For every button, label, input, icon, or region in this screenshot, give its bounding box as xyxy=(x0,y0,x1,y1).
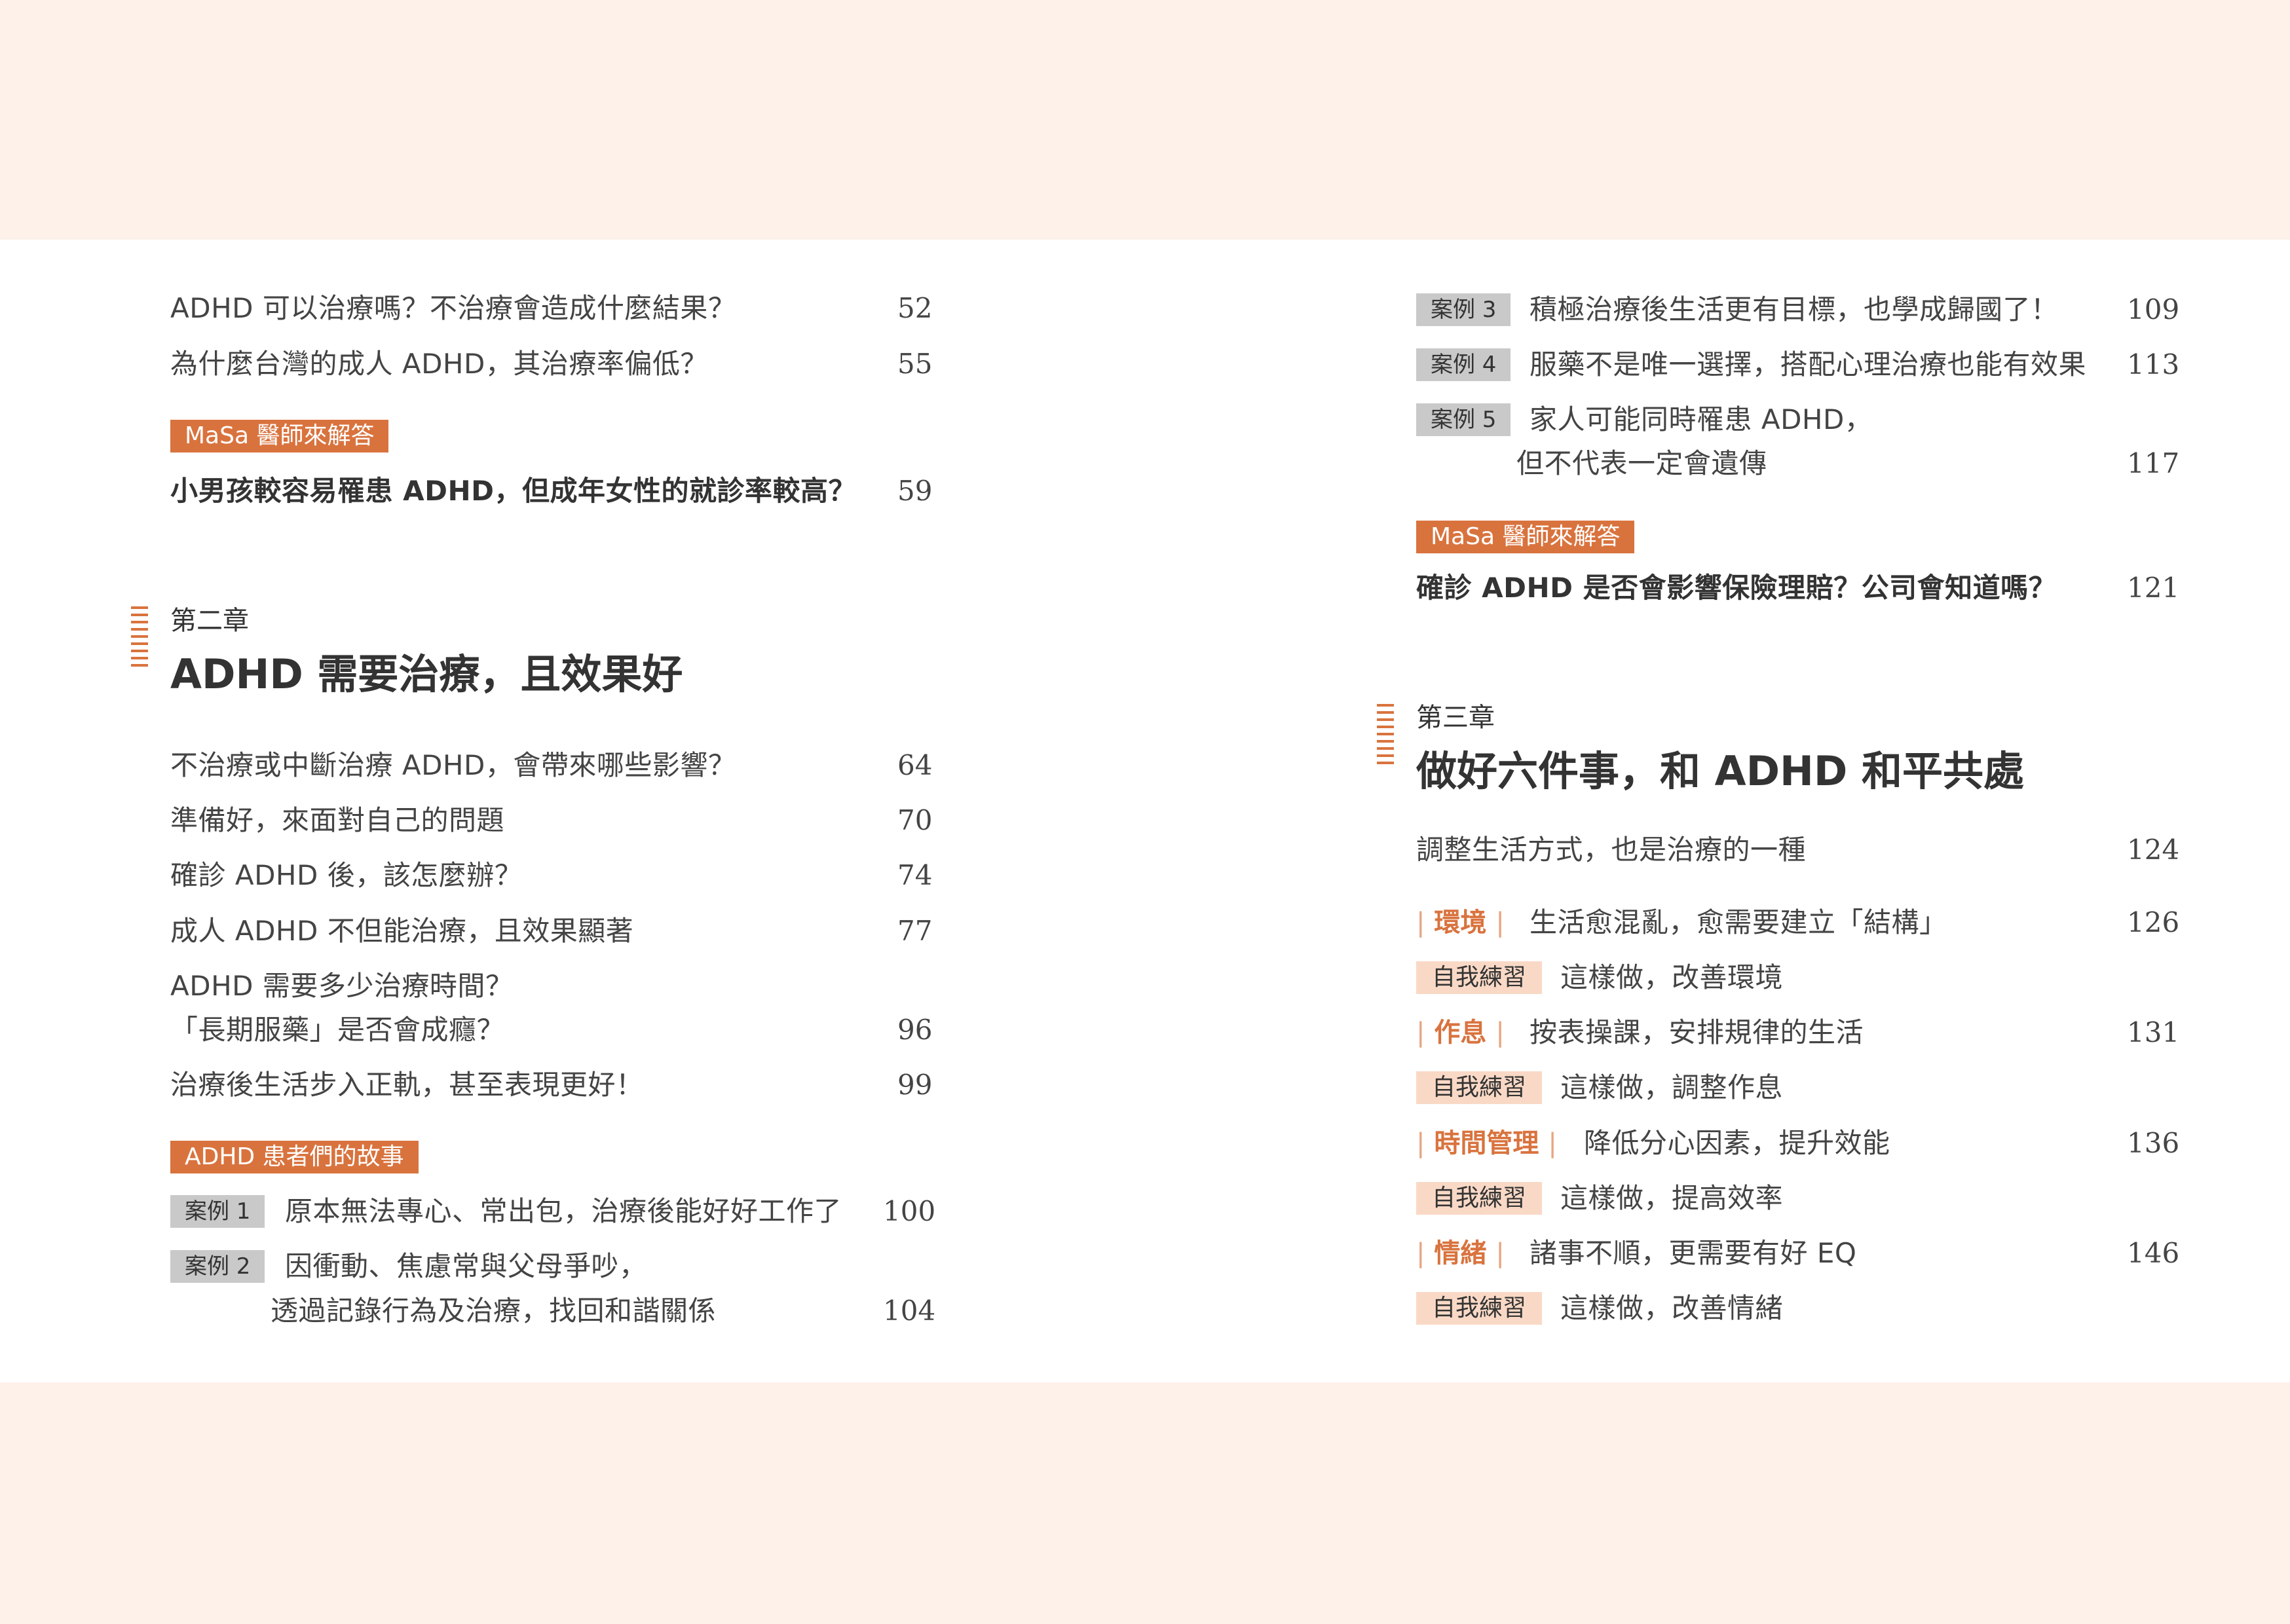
chapter-ornament-icon xyxy=(131,606,148,671)
case-title-line2[interactable]: 透過記錄行為及治療，找回和諧關係 xyxy=(271,1291,716,1331)
toc-entry-title[interactable]: 成人 ADHD 不但能治療，且效果顯著 xyxy=(170,912,633,951)
chapter-title[interactable]: ADHD 需要治療，且效果好 xyxy=(170,647,683,702)
masa-entry-page: 59 xyxy=(897,475,933,507)
exercise-title[interactable]: 這樣做，改善環境 xyxy=(1560,958,1783,997)
toc-entry-page: 96 xyxy=(897,1014,933,1046)
section-title[interactable]: 按表操課，安排規律的生活 xyxy=(1530,1013,1864,1052)
toc-entry-title-line1[interactable]: ADHD 需要多少治療時間？ xyxy=(170,967,513,1006)
toc-entry-page: 74 xyxy=(897,859,933,891)
section-page: 146 xyxy=(2127,1237,2180,1269)
section-category-label: 作息 xyxy=(1434,1018,1487,1048)
section-category-label: 情緒 xyxy=(1434,1238,1487,1268)
toc-entry-page: 52 xyxy=(897,292,933,324)
case-label-badge: 案例 1 xyxy=(170,1195,265,1228)
case-label-badge: 案例 3 xyxy=(1416,293,1511,326)
toc-entry-title[interactable]: ADHD 可以治療嗎？不治療會造成什麼結果？ xyxy=(170,289,736,328)
section-category: | 時間管理 | xyxy=(1416,1128,1557,1158)
case-title[interactable]: 積極治療後生活更有目標，也學成歸國了！ xyxy=(1530,290,2059,329)
masa-section-tag: MaSa 醫師來解答 xyxy=(170,420,389,452)
exercise-tag: 自我練習 xyxy=(1416,1292,1543,1325)
exercise-title[interactable]: 這樣做，調整作息 xyxy=(1560,1068,1783,1107)
exercise-tag: 自我練習 xyxy=(1416,1071,1543,1104)
toc-entry-title[interactable]: 為什麼台灣的成人 ADHD，其治療率偏低？ xyxy=(170,344,708,384)
section-category: | 情緒 | xyxy=(1416,1238,1505,1268)
toc-entry-page: 55 xyxy=(897,348,933,380)
toc-entry-title[interactable]: 調整生活方式，也是治療的一種 xyxy=(1416,830,1806,870)
section-title[interactable]: 諸事不順，更需要有好 EQ xyxy=(1530,1234,1856,1273)
toc-entry-page: 70 xyxy=(897,804,933,836)
toc-entry-title[interactable]: 確診 ADHD 後，該怎麼辦？ xyxy=(170,856,522,895)
masa-section-tag: MaSa 醫師來解答 xyxy=(1416,521,1635,553)
case-page: 117 xyxy=(2127,447,2180,479)
chapter-number: 第二章 xyxy=(170,606,249,636)
section-category: | 作息 | xyxy=(1416,1018,1505,1048)
toc-entry-page: 124 xyxy=(2127,834,2180,866)
case-page: 100 xyxy=(883,1195,936,1227)
masa-entry-title[interactable]: 小男孩較容易罹患 ADHD，但成年女性的就診率較高？ xyxy=(170,471,856,511)
case-page: 109 xyxy=(2127,293,2180,325)
exercise-title[interactable]: 這樣做，提高效率 xyxy=(1560,1179,1783,1218)
masa-entry-title[interactable]: 確診 ADHD 是否會影響保險理賠？公司會知道嗎？ xyxy=(1416,568,2056,608)
section-category-label: 環境 xyxy=(1434,908,1487,938)
case-page: 113 xyxy=(2127,348,2180,380)
case-label-badge: 案例 4 xyxy=(1416,348,1511,381)
case-title[interactable]: 服藥不是唯一選擇，搭配心理治療也能有效果 xyxy=(1530,345,2086,384)
section-page: 136 xyxy=(2127,1127,2180,1159)
section-title[interactable]: 生活愈混亂，愈需要建立「結構」 xyxy=(1530,903,1947,942)
exercise-title[interactable]: 這樣做，改善情緒 xyxy=(1560,1289,1783,1328)
case-page: 104 xyxy=(883,1295,936,1327)
case-title-line1[interactable]: 家人可能同時罹患 ADHD， xyxy=(1530,400,1872,439)
chapter-number: 第三章 xyxy=(1416,703,1495,733)
case-title[interactable]: 原本無法專心、常出包，治療後能好好工作了 xyxy=(285,1192,842,1231)
case-title-line2[interactable]: 但不代表一定會遺傳 xyxy=(1516,444,1767,483)
chapter-ornament-icon xyxy=(1377,704,1394,769)
toc-entry-page: 64 xyxy=(897,749,933,781)
section-page: 126 xyxy=(2127,906,2180,938)
section-category-label: 時間管理 xyxy=(1434,1128,1539,1158)
stories-section-tag: ADHD 患者們的故事 xyxy=(170,1141,419,1173)
toc-entry-page: 99 xyxy=(897,1069,933,1101)
chapter-title[interactable]: 做好六件事，和 ADHD 和平共處 xyxy=(1416,744,2024,799)
exercise-tag: 自我練習 xyxy=(1416,961,1543,994)
case-title-line1[interactable]: 因衝動、焦慮常與父母爭吵， xyxy=(285,1247,647,1286)
section-category: | 環境 | xyxy=(1416,908,1505,938)
toc-entry-title[interactable]: 不治療或中斷治療 ADHD，會帶來哪些影響？ xyxy=(170,746,736,785)
toc-entry-title-line2[interactable]: 「長期服藥」是否會成癮？ xyxy=(170,1010,504,1050)
toc-entry-title[interactable]: 治療後生活步入正軌，甚至表現更好！ xyxy=(170,1065,644,1105)
case-label-badge: 案例 2 xyxy=(170,1250,265,1283)
section-page: 131 xyxy=(2127,1016,2180,1048)
toc-entry-page: 77 xyxy=(897,915,933,947)
section-title[interactable]: 降低分心因素，提升效能 xyxy=(1584,1124,1890,1163)
toc-entry-title[interactable]: 準備好，來面對自己的問題 xyxy=(170,801,504,840)
exercise-tag: 自我練習 xyxy=(1416,1182,1543,1215)
case-label-badge: 案例 5 xyxy=(1416,403,1511,436)
masa-entry-page: 121 xyxy=(2127,572,2180,604)
